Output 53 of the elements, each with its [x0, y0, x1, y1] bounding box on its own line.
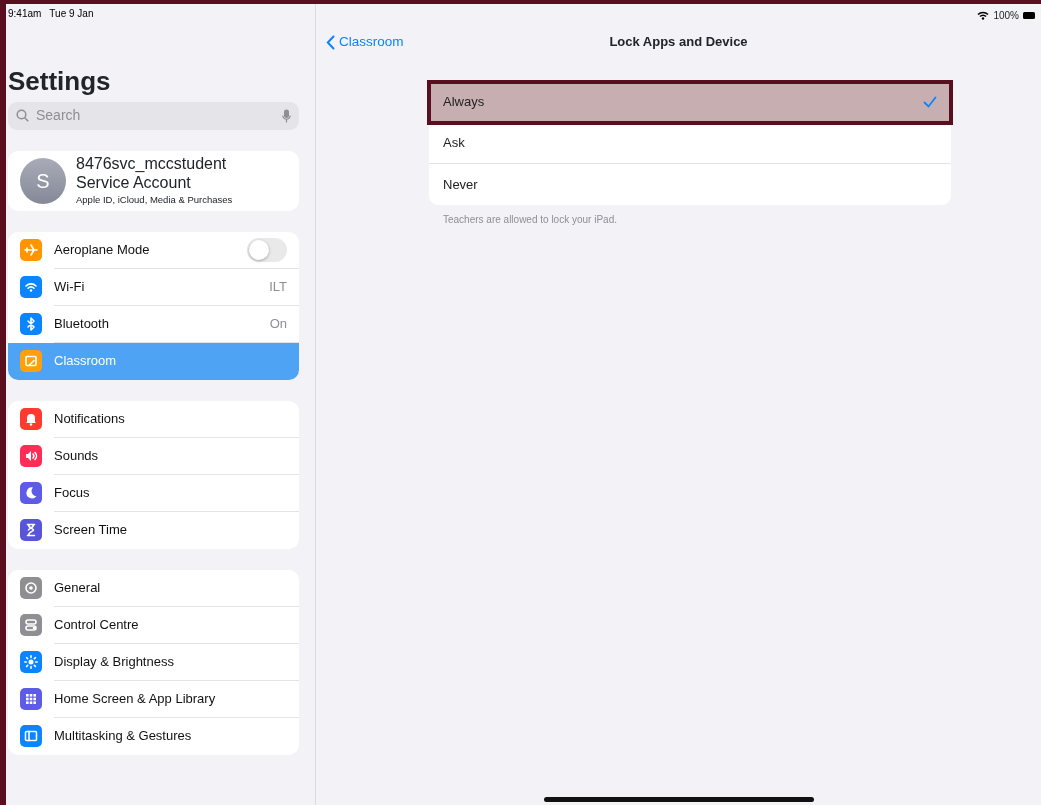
sidebar-item-label: Focus — [54, 483, 90, 502]
account-name: 8476svc_mccstudent — [76, 154, 228, 174]
sidebar-item[interactable]: Focus — [8, 474, 299, 512]
sidebar-item-label: Bluetooth — [54, 314, 109, 333]
sidebar-item-label: Wi-Fi — [54, 277, 85, 296]
toggle-switch[interactable] — [247, 237, 287, 262]
sidebar-item[interactable]: Notifications — [8, 400, 299, 438]
sidebar-item[interactable]: Screen Time — [8, 511, 299, 549]
search-field[interactable]: Search — [34, 104, 277, 128]
sidebar-item-label: Multitasking & Gestures — [54, 727, 192, 746]
option-row[interactable]: Ask — [429, 123, 951, 164]
status-date: Tue 9 Jan — [49, 6, 94, 21]
option-row[interactable]: Never — [429, 164, 951, 205]
option-label: Always — [443, 93, 485, 112]
sidebar-item[interactable]: Control Centre — [8, 606, 299, 644]
account-detail: Apple ID, iCloud, Media & Purchases — [76, 192, 233, 207]
sidebar-item-label: Classroom — [54, 352, 117, 371]
account-card[interactable]: S 8476svc_mccstudent Service Account Apple ID, iCloud, Media & Purchases — [8, 150, 299, 211]
search-icon — [16, 109, 29, 123]
option-row[interactable]: Always — [429, 82, 951, 123]
option-label: Ask — [443, 134, 465, 153]
sidebar-item[interactable]: Aeroplane Mode — [8, 231, 299, 269]
search-bar[interactable]: Search — [8, 101, 299, 130]
sidebar-item[interactable]: General — [8, 569, 299, 607]
battery-percent: 100% — [993, 9, 1019, 23]
sidebar-item-value: On — [269, 314, 287, 333]
sidebar-item[interactable]: Home Screen & App Library — [8, 680, 299, 718]
sidebar-item-label: Screen Time — [54, 521, 127, 540]
sidebar-item-label: Home Screen & App Library — [54, 689, 216, 708]
settings-title: Settings — [8, 67, 112, 96]
sidebar-item[interactable]: Multitasking & Gestures — [8, 717, 299, 755]
sidebar-item-value: ILT — [269, 277, 287, 296]
wifi-signal-icon — [977, 11, 990, 20]
sidebar-item-label: Notifications — [54, 409, 125, 428]
chevron-left-icon — [326, 34, 335, 50]
page-title: Lock Apps and Device — [609, 34, 748, 50]
sidebar-item-label: Display & Brightness — [54, 652, 174, 671]
sidebar-item-label: General — [54, 578, 101, 597]
checkmark-icon — [923, 96, 937, 108]
sidebar-item[interactable]: Sounds — [8, 437, 299, 475]
sidebar-item-label: Aeroplane Mode — [54, 240, 150, 259]
sidebar-item[interactable]: Display & Brightness — [8, 643, 299, 681]
avatar: S — [20, 157, 66, 204]
microphone-icon[interactable] — [282, 108, 291, 123]
sidebar-item[interactable]: Bluetooth On — [8, 305, 299, 343]
battery-icon — [1023, 12, 1035, 19]
sidebar-item-label: Control Centre — [54, 615, 139, 634]
option-label: Never — [443, 175, 478, 194]
footer-note: Teachers are allowed to lock your iPad. — [443, 213, 618, 227]
status-time: 9:41am — [8, 6, 42, 21]
account-subtitle: Service Account — [76, 173, 192, 193]
sidebar-item[interactable]: Wi-Fi ILT — [8, 268, 299, 306]
sidebar-item-label: Sounds — [54, 446, 99, 465]
